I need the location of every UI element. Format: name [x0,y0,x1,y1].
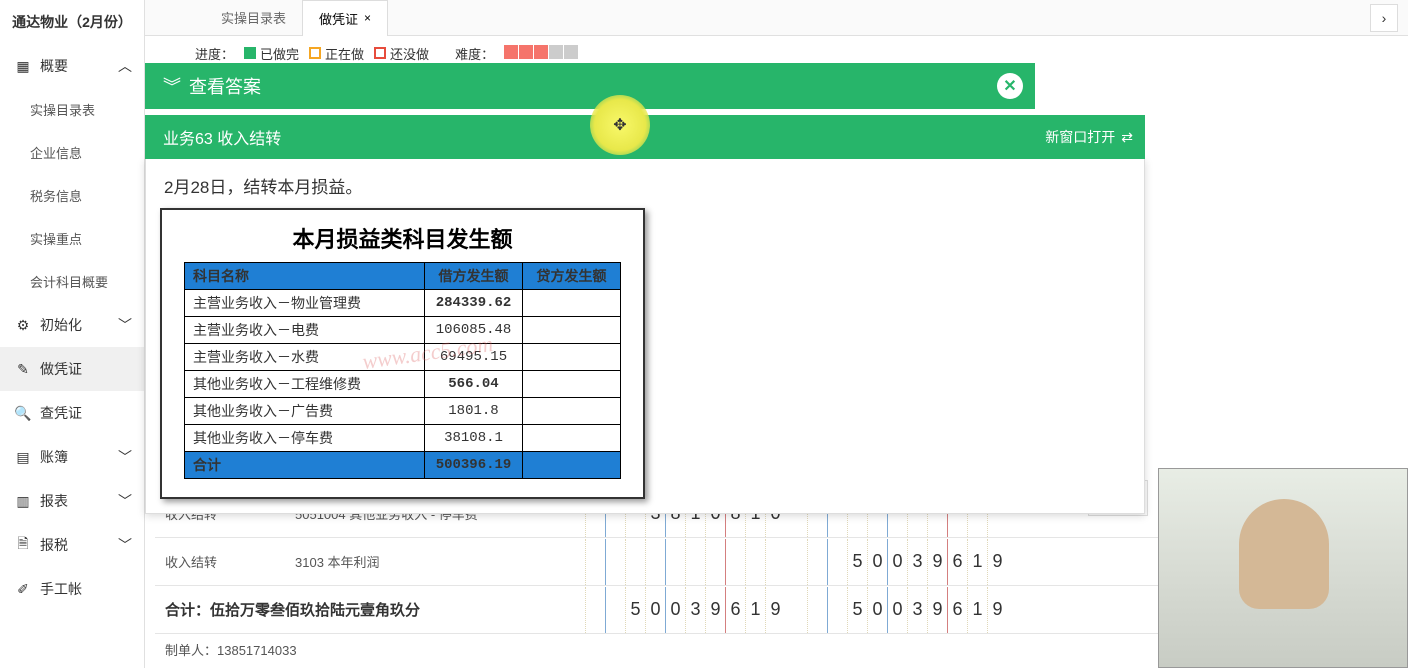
nav-label: 实操目录表 [30,100,95,119]
table-total-row: 合计500396.19 [185,452,621,479]
video-thumbnail[interactable] [1158,468,1408,668]
nav-label: 税务信息 [30,186,82,205]
nav-init[interactable]: ⚙ 初始化 ﹀ [0,303,144,347]
gear-icon: ⚙ [14,316,32,334]
tab-label: 做凭证 [319,9,358,28]
overlay-title: 查看答案 [189,73,261,99]
nav-label: 手工帐 [40,579,82,599]
voucher-debit-total: 50039619 [585,587,807,633]
close-icon[interactable]: × [364,11,371,25]
nav-subject-summary[interactable]: 会计科目概要 [0,260,144,303]
nav-manual[interactable]: ✐ 手工帐 [0,567,144,611]
drag-cursor-icon: ✥ [590,95,650,155]
close-button[interactable]: ✕ [997,73,1023,99]
nav-catalog[interactable]: 实操目录表 [0,88,144,131]
pen-icon: ✐ [14,580,32,598]
tab-label: 实操目录表 [221,8,286,27]
nav-key-points[interactable]: 实操重点 [0,217,144,260]
nav-label: 企业信息 [30,143,82,162]
sidebar: 通达物业（2月份） ▦ 概要 ︿ 实操目录表 企业信息 税务信息 实操重点 会计… [0,0,145,668]
chevron-down-icon: ﹀ [118,491,132,511]
overlay-body: 2月28日，结转本月损益。 www.acc5.com 本月损益类科目发生额 科目… [145,159,1145,514]
table-row: 主营业务收入－水费69495.15 [185,344,621,371]
new-window-label: 新窗口打开 [1045,127,1115,147]
pl-box: www.acc5.com 本月损益类科目发生额 科目名称 借方发生额 贷方发生额… [160,208,645,499]
difficulty-label: 难度： [455,44,494,63]
overlay-header[interactable]: ︾ 查看答案 ✕ [145,63,1035,109]
preparer-label: 制单人： [165,643,217,658]
swap-icon: ⇄ [1121,129,1133,146]
new-window-button[interactable]: 新窗口打开 ⇄ [1045,127,1133,147]
nav-label: 实操重点 [30,229,82,248]
sidebar-title: 通达物业（2月份） [0,0,144,44]
overlay-subtitle: 业务63 收入结转 [163,125,281,149]
report-icon: ▥ [14,492,32,510]
nav-label: 报表 [40,491,68,511]
tab-bar: 实操目录表 做凭证 × › [145,0,1408,36]
voucher-debit-cells [585,539,807,585]
chevron-down-icon: ﹀ [118,535,132,555]
search-icon: 🔍 [14,404,32,422]
pl-table: 科目名称 借方发生额 贷方发生额 主营业务收入－物业管理费284339.62 主… [184,262,621,479]
collapse-icon[interactable]: ︾ [163,73,181,99]
table-row: 其他业务收入－广告费1801.8 [185,398,621,425]
legend-done: 已做完 [244,44,299,63]
nav-tax-info[interactable]: 税务信息 [0,174,144,217]
tab-catalog[interactable]: 实操目录表 [205,0,302,35]
table-row: 其他业务收入－工程维修费566.04 [185,371,621,398]
nav-label: 报税 [40,535,68,555]
table-header-row: 科目名称 借方发生额 贷方发生额 [185,263,621,290]
nav-ledger[interactable]: ▤ 账簿 ﹀ [0,435,144,479]
voucher-credit-total: 50039619 [807,587,1029,633]
voucher-credit-cells: 50039619 [807,539,1029,585]
header-credit: 贷方发生额 [523,263,621,290]
legend-doing: 正在做 [309,44,364,63]
total-label: 合计：伍拾万零叁佰玖拾陆元壹角玖分 [155,599,585,620]
nav-label: 查凭证 [40,403,82,423]
voucher-summary: 收入结转 [155,552,295,571]
progress-label: 进度： [195,44,234,63]
nav-label: 初始化 [40,315,82,335]
nav-search-voucher[interactable]: 🔍 查凭证 [0,391,144,435]
nav-label: 会计科目概要 [30,272,108,291]
table-row: 其他业务收入－停车费38108.1 [185,425,621,452]
chevron-down-icon: ﹀ [118,315,132,335]
pl-title: 本月损益类科目发生额 [184,222,621,254]
nav-label: 账簿 [40,447,68,467]
table-row: 主营业务收入－物业管理费284339.62 [185,290,621,317]
nav-summary[interactable]: ▦ 概要 ︿ [0,44,144,88]
legend-none: 还没做 [374,44,429,63]
tab-make-voucher[interactable]: 做凭证 × [302,0,388,36]
close-icon: ✕ [1003,76,1016,96]
chevron-right-icon: › [1382,10,1387,26]
difficulty-indicator [504,45,579,62]
voucher-account: 3103 本年利润 [295,552,585,571]
nav-report[interactable]: ▥ 报表 ﹀ [0,479,144,523]
nav-make-voucher[interactable]: ✎ 做凭证 [0,347,144,391]
header-debit: 借方发生额 [425,263,523,290]
table-row: 主营业务收入－电费106085.48 [185,317,621,344]
tab-scroll-right[interactable]: › [1370,4,1398,32]
nav-company-info[interactable]: 企业信息 [0,131,144,174]
book-icon: ▤ [14,448,32,466]
nav-tax[interactable]: 🗎 报税 ﹀ [0,523,144,567]
nav-label: 概要 [40,56,68,76]
chevron-up-icon: ︿ [118,56,132,76]
body-text: 2月28日，结转本月损益。 [160,173,1130,198]
header-name: 科目名称 [185,263,425,290]
preparer-value: 13851714033 [217,643,297,658]
grid-icon: ▦ [14,57,32,75]
pencil-icon: ✎ [14,360,32,378]
nav-label: 做凭证 [40,359,82,379]
chevron-down-icon: ﹀ [118,447,132,467]
doc-icon: 🗎 [14,536,32,554]
